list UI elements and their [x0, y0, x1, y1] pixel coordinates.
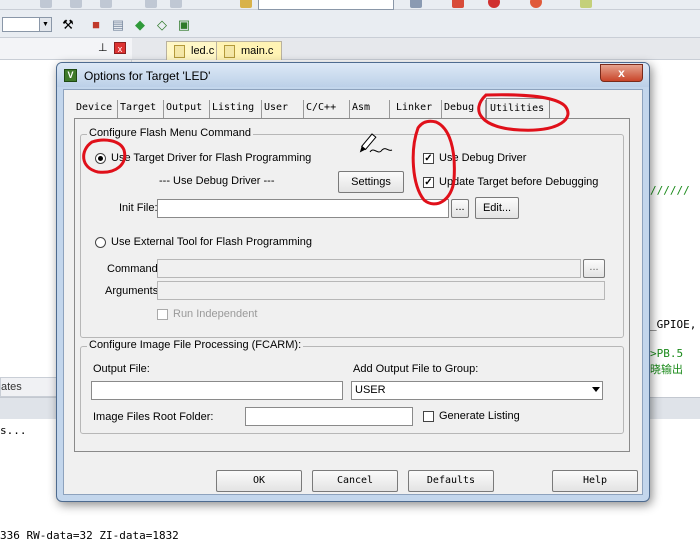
pin-icon[interactable]: ⊥: [98, 41, 108, 54]
generate-listing-checkbox[interactable]: [423, 411, 434, 422]
dialog-body: Device Target Output Listing User C/C++ …: [63, 89, 643, 495]
generate-listing-label[interactable]: Generate Listing: [439, 410, 520, 422]
init-file-label: Init File:: [119, 202, 158, 214]
top-toolbar: [0, 0, 700, 10]
use-target-driver-label[interactable]: Use Target Driver for Flash Programming: [111, 152, 311, 164]
tab-label: main.c: [241, 45, 274, 57]
update-target-label[interactable]: Update Target before Debugging: [439, 176, 598, 188]
command-input[interactable]: [157, 259, 581, 278]
help-button[interactable]: Help: [552, 470, 638, 492]
chevron-down-icon[interactable]: ▼: [39, 18, 51, 31]
second-toolbar: ▼ ⚒ ■ ▤ ◆ ◇ ▣: [0, 10, 700, 38]
use-debug-driver-label[interactable]: Use Debug Driver: [439, 152, 526, 164]
toolbar-icon[interactable]: [70, 0, 82, 8]
dialog-titlebar[interactable]: V Options for Target 'LED' x: [57, 63, 649, 87]
tab-target[interactable]: Target: [118, 100, 164, 118]
root-folder-label: Image Files Root Folder:: [93, 411, 214, 423]
toolbar-icon[interactable]: [410, 0, 422, 8]
run-independent-label[interactable]: Run Independent: [173, 308, 257, 320]
window-icon[interactable]: ▤: [110, 17, 126, 32]
output-file-label: Output File:: [93, 363, 150, 375]
use-external-tool-radio[interactable]: [95, 237, 106, 248]
file-icon: [224, 45, 235, 58]
defaults-button[interactable]: Defaults: [408, 470, 494, 492]
command-label: Command:: [107, 263, 161, 275]
build-output-line: 336 RW-data=32 ZI-data=1832: [0, 529, 179, 542]
tab-output[interactable]: Output: [164, 100, 210, 118]
use-debug-driver-checkbox[interactable]: ✓: [423, 153, 434, 164]
tab-led-c[interactable]: led.c: [166, 41, 224, 60]
close-button[interactable]: x: [600, 64, 643, 82]
tab-debug[interactable]: Debug: [442, 100, 486, 118]
tab-c-cpp[interactable]: C/C++: [304, 100, 350, 118]
init-file-browse-button[interactable]: ...: [451, 199, 469, 218]
code-comment: 晓输出: [650, 363, 683, 376]
tab-utilities[interactable]: Utilities: [486, 98, 550, 119]
toolbar-icon[interactable]: [488, 0, 500, 8]
tab-asm[interactable]: Asm: [350, 100, 390, 118]
toolbar-icon[interactable]: [580, 0, 592, 8]
group-select-value: USER: [355, 384, 386, 396]
use-external-tool-label[interactable]: Use External Tool for Flash Programming: [111, 236, 312, 248]
arguments-input[interactable]: [157, 281, 605, 300]
run-independent-checkbox[interactable]: [157, 309, 168, 320]
panel-tabs[interactable]: ates: [0, 377, 62, 397]
project-panel-header: ⊥ x: [0, 38, 132, 60]
flash-menu-group: Configure Flash Menu Command Use Target …: [80, 127, 624, 338]
options-dialog: V Options for Target 'LED' x Device Targ…: [56, 62, 650, 502]
toolbar-icon[interactable]: [40, 0, 52, 8]
driver-value[interactable]: --- Use Debug Driver ---: [159, 175, 275, 187]
settings-button[interactable]: Settings: [338, 171, 404, 193]
tab-device[interactable]: Device: [74, 100, 118, 118]
editor-tabbar: led.c main.c: [132, 38, 700, 60]
tab-label: led.c: [191, 45, 215, 57]
app-icon: V: [64, 69, 77, 82]
diamond-icon[interactable]: ◆: [132, 17, 148, 32]
image-group-legend: Configure Image File Processing (FCARM):: [87, 339, 304, 351]
command-browse-button[interactable]: ...: [583, 259, 605, 278]
arguments-label: Arguments:: [105, 285, 162, 297]
toolbar-icon[interactable]: [240, 0, 252, 8]
toolbar-icon[interactable]: [530, 0, 542, 8]
group-select[interactable]: USER: [351, 381, 603, 400]
ok-button[interactable]: OK: [216, 470, 302, 492]
file-icon: [174, 45, 185, 58]
code-line: _GPIOE,: [650, 318, 697, 331]
add-output-label: Add Output File to Group:: [353, 363, 479, 375]
diamond-outline-icon[interactable]: ◇: [154, 17, 170, 32]
toolbar-icon[interactable]: [145, 0, 157, 8]
flash-group-legend: Configure Flash Menu Command: [87, 127, 254, 139]
build-output-line: s...: [0, 424, 27, 437]
toolbar-icon[interactable]: [100, 0, 112, 8]
chevron-down-icon[interactable]: [592, 387, 600, 392]
component-icon[interactable]: ■: [88, 17, 104, 32]
code-comment: //////: [650, 184, 690, 197]
toolbar-icon[interactable]: [452, 0, 464, 8]
cancel-button[interactable]: Cancel: [312, 470, 398, 492]
image-file-group: Configure Image File Processing (FCARM):…: [80, 339, 624, 434]
output-file-input[interactable]: [91, 381, 343, 400]
tab-user[interactable]: User: [262, 100, 304, 118]
target-combo[interactable]: ▼: [2, 17, 52, 32]
use-target-driver-radio[interactable]: [95, 153, 106, 164]
toolbar-combo[interactable]: [258, 0, 394, 10]
root-folder-input[interactable]: [245, 407, 413, 426]
tab-linker[interactable]: Linker: [394, 100, 442, 118]
tab-listing[interactable]: Listing: [210, 100, 262, 118]
magic-wand-icon[interactable]: ⚒: [60, 17, 76, 32]
update-target-checkbox[interactable]: ✓: [423, 177, 434, 188]
pack-installer-icon[interactable]: ▣: [176, 17, 192, 32]
code-comment: >PB.5: [650, 347, 684, 360]
dialog-title: Options for Target 'LED': [84, 69, 211, 83]
close-icon[interactable]: x: [114, 42, 126, 54]
init-file-input[interactable]: [157, 199, 449, 218]
tab-main-c[interactable]: main.c: [216, 41, 283, 60]
toolbar-icon[interactable]: [170, 0, 182, 8]
options-tabs: Device Target Output Listing User C/C++ …: [74, 98, 634, 119]
panel-tab-label[interactable]: ates: [1, 381, 22, 393]
edit-button[interactable]: Edit...: [475, 197, 519, 219]
